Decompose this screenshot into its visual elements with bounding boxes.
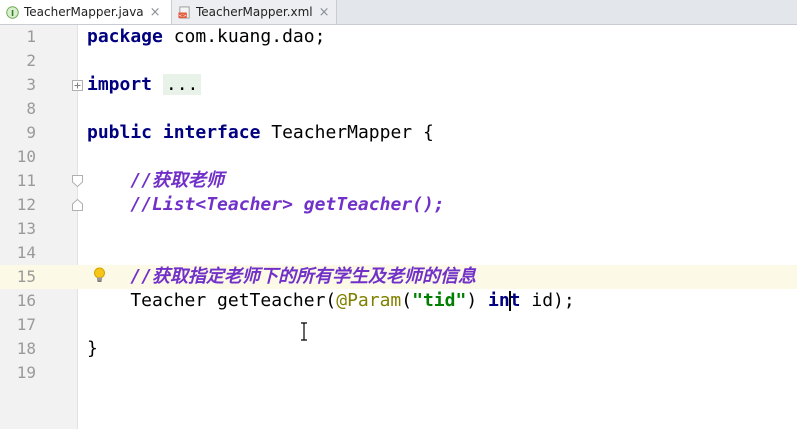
code-line[interactable]: 10 [0, 145, 797, 169]
svg-text:<>: <> [179, 13, 187, 19]
fold-end-icon[interactable] [72, 199, 83, 211]
code-token: } [87, 338, 98, 359]
line-number: 1 [26, 27, 36, 46]
line-number: 14 [16, 243, 36, 262]
tab-teachermapper-java[interactable]: I TeacherMapper.java × [0, 0, 172, 24]
code-text: } [87, 337, 98, 361]
code-token: public [87, 122, 153, 143]
code-token: //List<Teacher> getTeacher(); [130, 194, 445, 215]
code-line[interactable]: 19 [0, 361, 797, 385]
line-number: 9 [26, 123, 36, 142]
code-token: //获取老师 [130, 170, 225, 191]
mybatis-xml-icon: <> [178, 5, 190, 19]
line-number: 18 [16, 339, 36, 358]
code-token: Teacher getTeacher( [87, 290, 337, 311]
line-number: 11 [16, 171, 36, 190]
line-number: 12 [16, 195, 36, 214]
tab-label: TeacherMapper.xml [196, 5, 313, 19]
code-line[interactable]: 2 [0, 49, 797, 73]
code-line[interactable]: 12 //List<Teacher> getTeacher(); [0, 193, 797, 217]
close-tab-icon[interactable]: × [150, 6, 161, 19]
code-line[interactable]: 11 //获取老师 [0, 169, 797, 193]
fold-start-icon[interactable] [72, 175, 83, 187]
code-text: //获取指定老师下的所有学生及老师的信息 [87, 265, 476, 289]
code-text: Teacher getTeacher(@Param("tid") int id)… [87, 289, 575, 313]
line-number: 13 [16, 219, 36, 238]
close-tab-icon[interactable]: × [319, 6, 330, 19]
code-line[interactable]: 16 Teacher getTeacher(@Param("tid") int … [0, 289, 797, 313]
code-line[interactable]: 15 //获取指定老师下的所有学生及老师的信息 [0, 265, 797, 289]
line-number: 19 [16, 363, 36, 382]
code-token: package [87, 26, 163, 47]
fold-expand-icon[interactable] [72, 80, 83, 91]
code-token: @Param [336, 290, 402, 311]
svg-text:I: I [11, 7, 14, 17]
java-interface-icon: I [6, 5, 19, 19]
code-line[interactable]: 18} [0, 337, 797, 361]
lightbulb-icon[interactable] [93, 267, 106, 283]
line-number: 17 [16, 315, 36, 334]
code-line[interactable]: 8 [0, 97, 797, 121]
code-editor[interactable]: 1 package com.kuang.dao; 2 3 import ... 8 9 pub… [0, 25, 797, 429]
code-token: id); [520, 290, 575, 311]
text-caret [509, 291, 511, 311]
code-line[interactable]: 17 [0, 313, 797, 337]
code-token: "tid" [412, 290, 467, 311]
tab-teachermapper-xml[interactable]: <> TeacherMapper.xml × [172, 0, 337, 24]
code-token: import [87, 74, 153, 95]
line-number: 8 [26, 99, 36, 118]
code-token: interface [162, 122, 261, 143]
code-token: ... [162, 74, 202, 95]
code-token: ( [401, 290, 413, 311]
code-text: import ... [87, 73, 202, 97]
code-text: package com.kuang.dao; [87, 25, 325, 49]
line-number: 3 [26, 75, 36, 94]
line-number: 16 [16, 291, 36, 310]
code-token: com.kuang.dao; [162, 26, 326, 47]
code-token: TeacherMapper { [260, 122, 434, 143]
code-line[interactable]: 3 import ... [0, 73, 797, 97]
code-token: ) [466, 290, 488, 311]
code-line[interactable]: 13 [0, 217, 797, 241]
code-token: //获取指定老师下的所有学生及老师的信息 [130, 266, 477, 287]
tab-label: TeacherMapper.java [24, 5, 144, 19]
code-token: int [488, 290, 521, 311]
line-number: 10 [16, 147, 36, 166]
code-text: public interface TeacherMapper { [87, 121, 434, 145]
code-line[interactable]: 14 [0, 241, 797, 265]
line-number: 15 [16, 267, 36, 286]
code-text: //List<Teacher> getTeacher(); [87, 193, 445, 217]
editor-tab-bar: I TeacherMapper.java × <> TeacherMapper.… [0, 0, 797, 25]
code-line[interactable]: 1 package com.kuang.dao; [0, 25, 797, 49]
code-line[interactable]: 9 public interface TeacherMapper { [0, 121, 797, 145]
text-cursor-icon [301, 322, 307, 341]
code-text: //获取老师 [87, 169, 224, 193]
line-number: 2 [26, 51, 36, 70]
